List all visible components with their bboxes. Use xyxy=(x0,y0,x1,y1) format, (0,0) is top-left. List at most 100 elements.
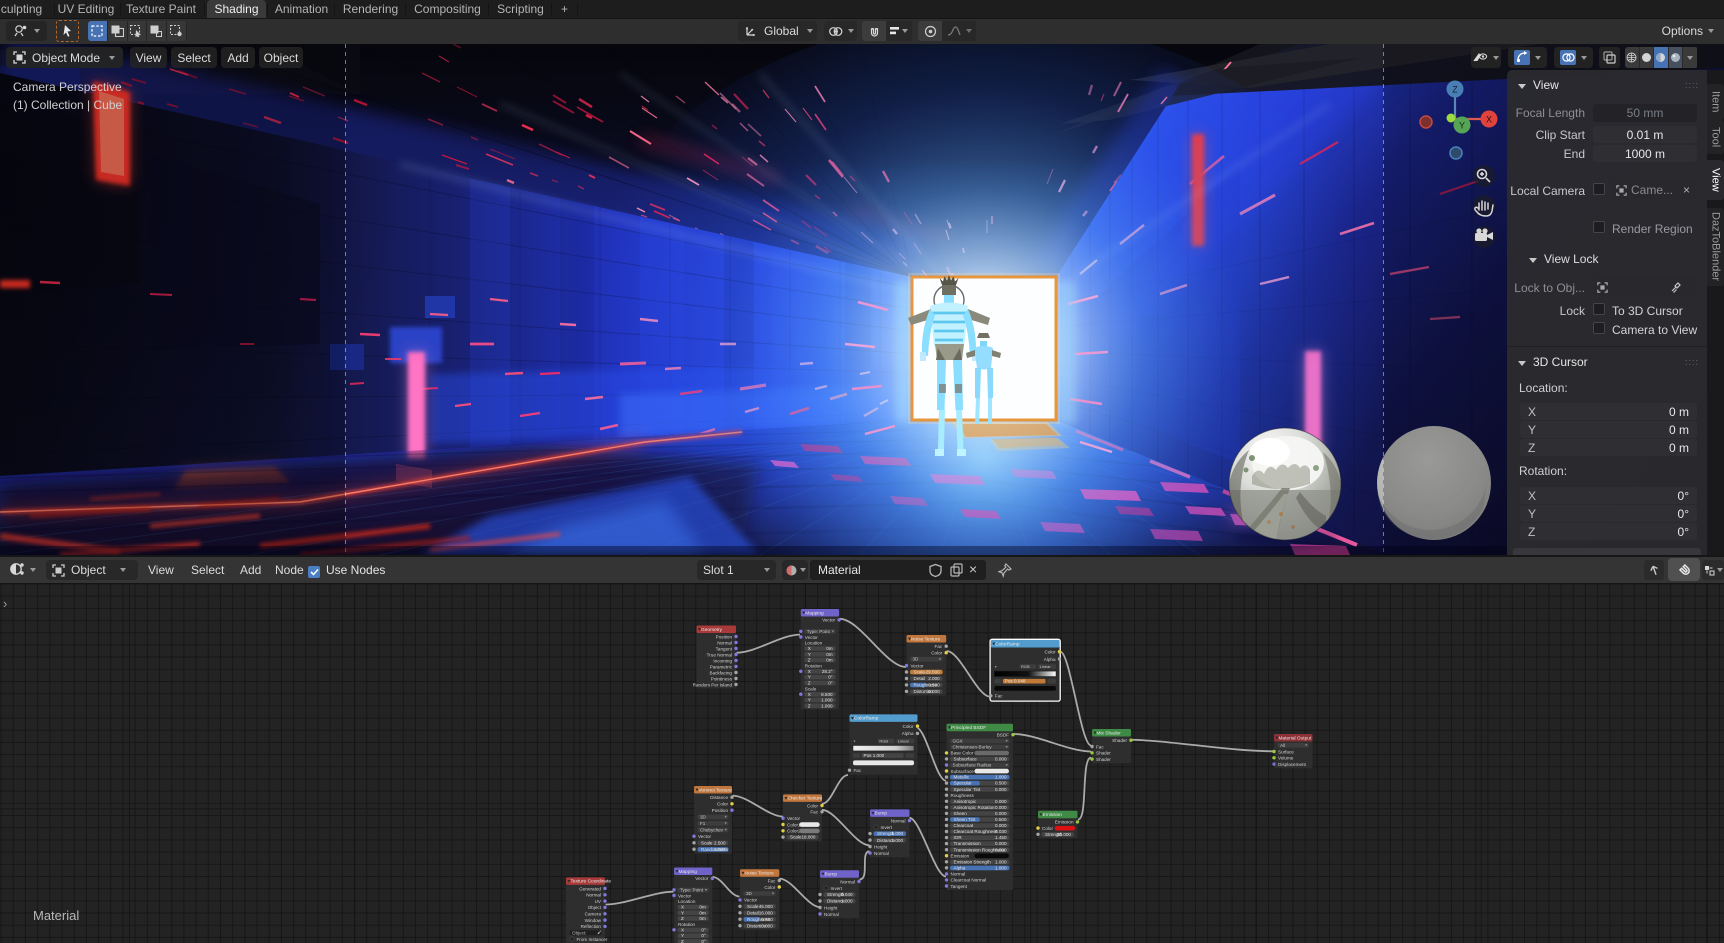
svg-text:Scale: Scale xyxy=(790,835,802,840)
svg-text:Surface: Surface xyxy=(1278,749,1294,754)
svg-text:F1: F1 xyxy=(700,821,706,826)
svg-text:Vector: Vector xyxy=(744,898,757,903)
svg-text:Parametric: Parametric xyxy=(710,664,733,669)
svg-text:Pointiness: Pointiness xyxy=(711,676,733,681)
svg-text:Emission: Emission xyxy=(1043,812,1063,818)
svg-text:0m: 0m xyxy=(826,658,833,663)
svg-text:0.500: 0.500 xyxy=(928,683,940,688)
svg-text:Linear: Linear xyxy=(1040,664,1052,669)
svg-text:Color: Color xyxy=(807,803,818,808)
svg-text:True Normal: True Normal xyxy=(707,652,732,657)
svg-text:28.2°: 28.2° xyxy=(822,669,833,674)
svg-text:0.000: 0.000 xyxy=(928,689,940,694)
svg-text:0.000: 0.000 xyxy=(761,923,773,928)
svg-text:1.000: 1.000 xyxy=(821,698,833,703)
svg-text:Fac: Fac xyxy=(995,694,1003,699)
svg-text:Normal: Normal xyxy=(951,872,966,877)
svg-text:Invert: Invert xyxy=(831,886,843,891)
svg-text:Location: Location xyxy=(805,641,823,646)
svg-text:Alpha: Alpha xyxy=(902,731,914,736)
svg-text:Height: Height xyxy=(874,844,888,849)
svg-text:0.000: 0.000 xyxy=(995,757,1007,762)
svg-text:All: All xyxy=(1280,743,1285,748)
svg-text:Y: Y xyxy=(1459,121,1465,131)
svg-text:1.450: 1.450 xyxy=(995,835,1007,840)
svg-text:▾: ▾ xyxy=(995,664,997,669)
svg-text:18.000: 18.000 xyxy=(801,835,815,840)
svg-text:Alpha: Alpha xyxy=(1044,657,1056,662)
svg-text:Y: Y xyxy=(681,910,684,915)
svg-text:0.000: 0.000 xyxy=(995,823,1007,828)
svg-text:Vector: Vector xyxy=(822,618,835,623)
svg-text:0m: 0m xyxy=(699,916,706,921)
svg-text:Normal: Normal xyxy=(840,879,855,884)
svg-text:BSDF: BSDF xyxy=(997,733,1009,738)
svg-text:Displacement: Displacement xyxy=(1278,762,1307,767)
svg-text:1.000: 1.000 xyxy=(821,703,833,708)
svg-text:3D: 3D xyxy=(700,814,707,819)
svg-text:1.000: 1.000 xyxy=(714,847,726,852)
svg-text:0.500: 0.500 xyxy=(995,781,1007,786)
svg-text:Bump: Bump xyxy=(825,872,838,878)
svg-text:Principled BSDF: Principled BSDF xyxy=(951,725,986,731)
svg-text:Generated: Generated xyxy=(579,886,601,891)
svg-text:Subsurface: Subsurface xyxy=(954,757,978,762)
svg-text:Color: Color xyxy=(1045,650,1056,655)
svg-text:-29.500: -29.500 xyxy=(924,670,940,675)
svg-text:▾: ▾ xyxy=(854,738,856,743)
svg-text:Z: Z xyxy=(808,703,811,708)
svg-text:Invert: Invert xyxy=(881,825,893,830)
svg-text:Alpha: Alpha xyxy=(954,865,966,870)
svg-text:1.000: 1.000 xyxy=(995,775,1007,780)
svg-text:0m: 0m xyxy=(826,652,833,657)
svg-text:Material Output: Material Output xyxy=(1279,735,1312,741)
svg-text:Normal: Normal xyxy=(586,893,601,898)
svg-text:3D: 3D xyxy=(913,657,920,662)
svg-text:Noise Texture: Noise Texture xyxy=(911,636,941,642)
svg-text:X: X xyxy=(808,646,811,651)
svg-text:Anisotropic: Anisotropic xyxy=(954,799,977,804)
svg-text:Fac: Fac xyxy=(854,768,862,773)
svg-text:Metallic: Metallic xyxy=(954,775,970,780)
svg-text:Geometry: Geometry xyxy=(701,627,723,633)
svg-text:Mapping: Mapping xyxy=(805,610,824,616)
svg-text:Christensen-Burley: Christensen-Burley xyxy=(953,744,993,749)
svg-text:Backfacing: Backfacing xyxy=(710,670,733,675)
svg-text:Shader: Shader xyxy=(1096,757,1111,762)
svg-text:Shader: Shader xyxy=(1112,738,1127,743)
svg-text:Linear: Linear xyxy=(898,738,910,743)
svg-text:Window: Window xyxy=(585,918,602,923)
svg-text:(1) Collection | Cube: (1) Collection | Cube xyxy=(13,98,122,112)
svg-text:Subsurface Radius: Subsurface Radius xyxy=(953,763,993,768)
svg-text:50.000: 50.000 xyxy=(1057,832,1071,837)
svg-text:Y: Y xyxy=(808,698,811,703)
svg-text:Object:: Object: xyxy=(572,930,587,935)
svg-text:Vector: Vector xyxy=(695,876,708,881)
svg-text:0.040: 0.040 xyxy=(841,892,853,897)
svg-text:Sheen: Sheen xyxy=(954,811,968,816)
svg-text:Color: Color xyxy=(903,724,914,729)
svg-text:Color: Color xyxy=(764,885,775,890)
svg-text:Location: Location xyxy=(678,899,696,904)
svg-text:Z: Z xyxy=(1452,85,1458,95)
svg-text:Normal: Normal xyxy=(717,640,732,645)
svg-text:0°: 0° xyxy=(701,939,706,943)
svg-text:Color2: Color2 xyxy=(787,829,801,834)
svg-text:Volume: Volume xyxy=(1278,756,1294,761)
svg-text:Camera: Camera xyxy=(585,912,602,917)
svg-text:Clearcoat: Clearcoat xyxy=(954,823,974,828)
svg-text:0.000: 0.000 xyxy=(995,799,1007,804)
svg-text:Type: Point: Type: Point xyxy=(680,887,704,892)
svg-text:2.000: 2.000 xyxy=(928,676,940,681)
svg-text:Reflection: Reflection xyxy=(581,924,602,929)
svg-text:Y: Y xyxy=(808,652,811,657)
svg-text:Normal: Normal xyxy=(891,818,906,823)
svg-text:Tangent: Tangent xyxy=(951,884,968,889)
svg-text:From Instancer: From Instancer xyxy=(577,937,608,942)
svg-text:3D: 3D xyxy=(746,891,753,896)
svg-text:1.000: 1.000 xyxy=(892,831,904,836)
svg-text:Clearcoat Normal: Clearcoat Normal xyxy=(951,878,987,883)
svg-text:Camera Perspective: Camera Perspective xyxy=(13,80,122,94)
svg-text:Height: Height xyxy=(824,905,838,910)
svg-text:Fac: Fac xyxy=(768,878,776,883)
